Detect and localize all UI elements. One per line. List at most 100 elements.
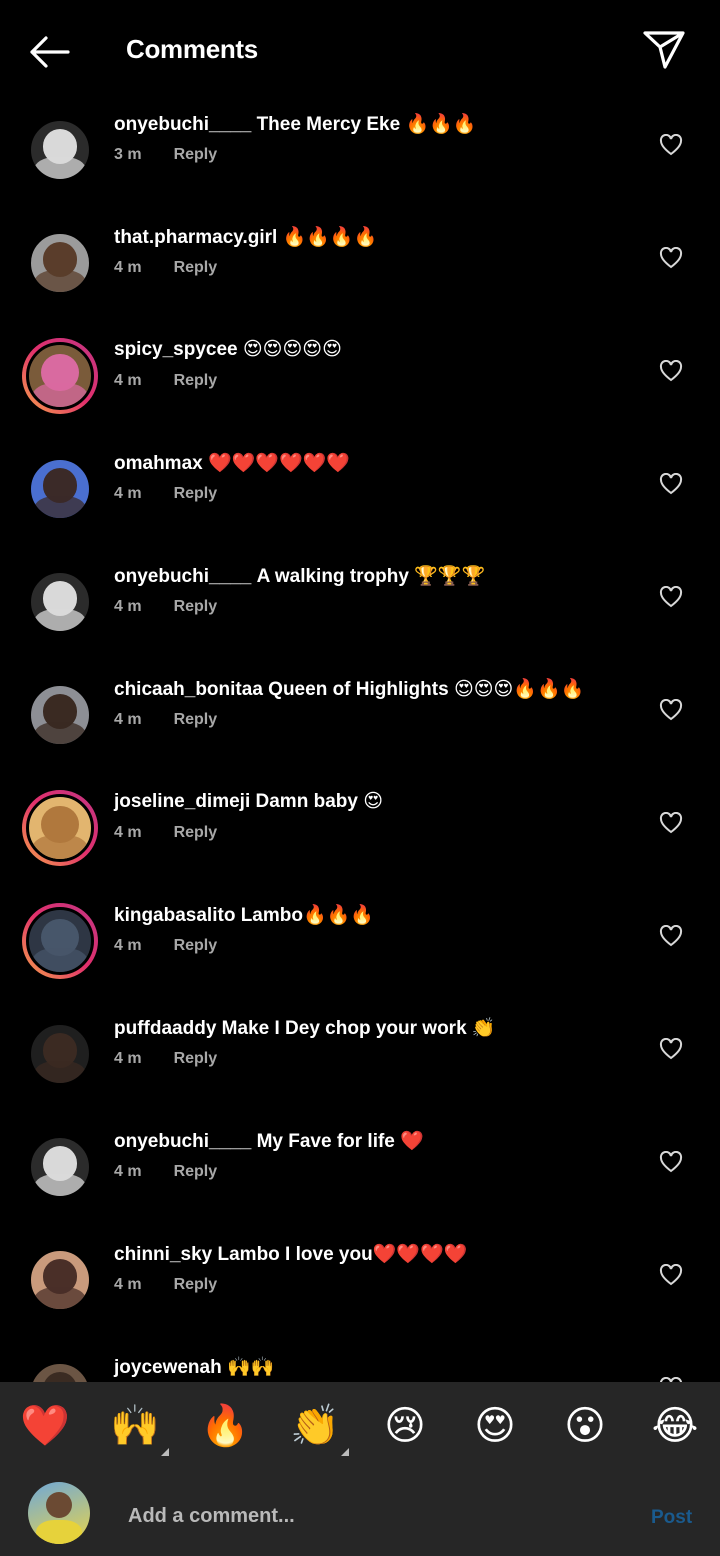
comment-time: 4 m xyxy=(114,1163,142,1180)
comment-row: chicaah_bonitaa Queen of Highlights 😍😍😍🔥… xyxy=(0,665,720,778)
comment-time: 4 m xyxy=(114,1276,142,1293)
comment-username[interactable]: omahmax xyxy=(114,453,203,474)
quick-emoji-button[interactable]: 😍 xyxy=(469,1400,521,1452)
comment-time: 4 m xyxy=(114,711,142,728)
comment-body: 😍😍😍😍😍 xyxy=(242,339,342,360)
reply-button[interactable]: Reply xyxy=(174,146,218,163)
comment-text: chinni_sky Lambo I love you❤️❤️❤️❤️ xyxy=(114,1242,467,1266)
reply-button[interactable]: Reply xyxy=(174,937,218,954)
heart-icon[interactable] xyxy=(659,133,683,156)
comments-list[interactable]: onyebuchi____ Thee Mercy Eke 🔥🔥🔥 3 m Reply… xyxy=(0,100,720,1382)
comment-username[interactable]: puffdaaddy xyxy=(114,1018,216,1039)
comment-time: 3 m xyxy=(114,146,142,163)
comment-time: 4 m xyxy=(114,372,142,389)
avatar[interactable] xyxy=(22,1355,98,1382)
quick-emoji-button[interactable]: 🙌 xyxy=(109,1400,169,1456)
quick-emoji-button[interactable]: 😮 xyxy=(559,1400,611,1452)
emoji-glyph: 😂 xyxy=(651,1404,699,1448)
comment-body: My Fave for life ❤️ xyxy=(256,1131,424,1152)
avatar[interactable] xyxy=(22,451,98,527)
avatar[interactable] xyxy=(22,790,98,866)
emoji-glyph: ❤️ xyxy=(20,1404,70,1448)
top-bar: Comments xyxy=(0,0,720,100)
comment-row: onyebuchi____ A walking trophy 🏆🏆🏆 4 m Rep… xyxy=(0,552,720,665)
heart-icon[interactable] xyxy=(659,585,683,608)
emoji-glyph: 😢 xyxy=(384,1404,426,1448)
quick-emoji-button[interactable]: 😂 xyxy=(649,1400,701,1452)
variants-indicator xyxy=(341,1448,349,1456)
comment-row: joseline_dimeji Damn baby 😍 4 m Reply xyxy=(0,778,720,891)
comment-meta: 4 m Reply xyxy=(114,598,217,616)
reply-button[interactable]: Reply xyxy=(174,372,218,389)
reply-button[interactable]: Reply xyxy=(174,1276,218,1293)
comment-time: 4 m xyxy=(114,259,142,276)
avatar[interactable] xyxy=(22,677,98,753)
comment-meta: 4 m Reply xyxy=(114,824,217,842)
avatar[interactable] xyxy=(22,1016,98,1092)
reply-button[interactable]: Reply xyxy=(174,259,218,276)
send-direct-icon[interactable] xyxy=(642,30,686,70)
avatar[interactable] xyxy=(22,338,98,414)
quick-emoji-button[interactable]: 😢 xyxy=(379,1400,431,1452)
reply-button[interactable]: Reply xyxy=(174,1050,218,1067)
avatar[interactable] xyxy=(22,225,98,301)
reply-button[interactable]: Reply xyxy=(174,1163,218,1180)
comment-body: 🔥🔥🔥🔥 xyxy=(282,227,378,248)
comment-username[interactable]: chicaah_bonitaa xyxy=(114,679,263,700)
comment-username[interactable]: spicy_spycee xyxy=(114,339,238,360)
comment-time: 4 m xyxy=(114,824,142,841)
comment-meta: 4 m Reply xyxy=(114,1163,217,1181)
heart-icon[interactable] xyxy=(659,811,683,834)
comment-username[interactable]: kingabasalito xyxy=(114,905,235,926)
comment-username[interactable]: onyebuchi____ xyxy=(114,1131,251,1152)
avatar[interactable] xyxy=(22,564,98,640)
quick-emoji-bar: ❤️ 🙌 🔥 👏 😢 😍 😮 😂 xyxy=(0,1382,720,1472)
heart-icon[interactable] xyxy=(659,359,683,382)
comment-username[interactable]: joycewenah xyxy=(114,1357,222,1378)
heart-icon[interactable] xyxy=(659,924,683,947)
comment-text: puffdaaddy Make I Dey chop your work 👏 xyxy=(114,1016,496,1040)
post-button[interactable]: Post xyxy=(651,1507,692,1529)
heart-icon[interactable] xyxy=(659,1037,683,1060)
comment-username[interactable]: onyebuchi____ xyxy=(114,114,251,135)
reply-button[interactable]: Reply xyxy=(174,711,218,728)
my-avatar xyxy=(28,1482,90,1544)
comment-body: ❤️❤️❤️❤️❤️❤️ xyxy=(207,453,350,474)
avatar[interactable] xyxy=(22,1129,98,1205)
comment-body: Damn baby 😍 xyxy=(255,791,384,812)
back-arrow-icon[interactable] xyxy=(28,34,70,70)
comment-text: omahmax ❤️❤️❤️❤️❤️❤️ xyxy=(114,451,350,475)
comment-input[interactable] xyxy=(126,1500,610,1532)
reply-button[interactable]: Reply xyxy=(174,598,218,615)
page-title: Comments xyxy=(126,34,258,64)
avatar[interactable] xyxy=(22,903,98,979)
comment-username[interactable]: onyebuchi____ xyxy=(114,566,251,587)
heart-icon[interactable] xyxy=(659,1150,683,1173)
comment-row: spicy_spycee 😍😍😍😍😍 4 m Reply xyxy=(0,326,720,439)
quick-emoji-button[interactable]: 🔥 xyxy=(199,1400,251,1452)
reply-button[interactable]: Reply xyxy=(174,824,218,841)
heart-icon[interactable] xyxy=(659,246,683,269)
comment-row: puffdaaddy Make I Dey chop your work 👏 4 … xyxy=(0,1004,720,1117)
heart-icon[interactable] xyxy=(659,472,683,495)
comment-body: Lambo🔥🔥🔥 xyxy=(240,905,374,926)
heart-icon[interactable] xyxy=(659,1263,683,1286)
quick-emoji-button[interactable]: ❤️ xyxy=(19,1400,71,1452)
comment-meta: 4 m Reply xyxy=(114,372,217,390)
comment-username[interactable]: chinni_sky xyxy=(114,1244,212,1265)
comment-body: Queen of Highlights 😍😍😍🔥🔥🔥 xyxy=(268,679,585,700)
comment-text: chicaah_bonitaa Queen of Highlights 😍😍😍🔥… xyxy=(114,677,584,701)
avatar[interactable] xyxy=(22,112,98,188)
comment-username[interactable]: that.pharmacy.girl xyxy=(114,227,277,248)
comment-row: kingabasalito Lambo🔥🔥🔥 4 m Reply xyxy=(0,891,720,1004)
heart-icon[interactable] xyxy=(659,698,683,721)
comment-meta: 4 m Reply xyxy=(114,1050,217,1068)
reply-button[interactable]: Reply xyxy=(174,485,218,502)
comment-row: onyebuchi____ My Fave for life ❤️ 4 m Repl… xyxy=(0,1117,720,1230)
comment-username[interactable]: joseline_dimeji xyxy=(114,791,250,812)
avatar[interactable] xyxy=(22,1242,98,1318)
comment-meta: 4 m Reply xyxy=(114,485,217,503)
comment-body: 🙌🙌 xyxy=(227,1357,275,1378)
quick-emoji-button[interactable]: 👏 xyxy=(289,1400,349,1456)
comment-body: A walking trophy 🏆🏆🏆 xyxy=(256,566,486,587)
